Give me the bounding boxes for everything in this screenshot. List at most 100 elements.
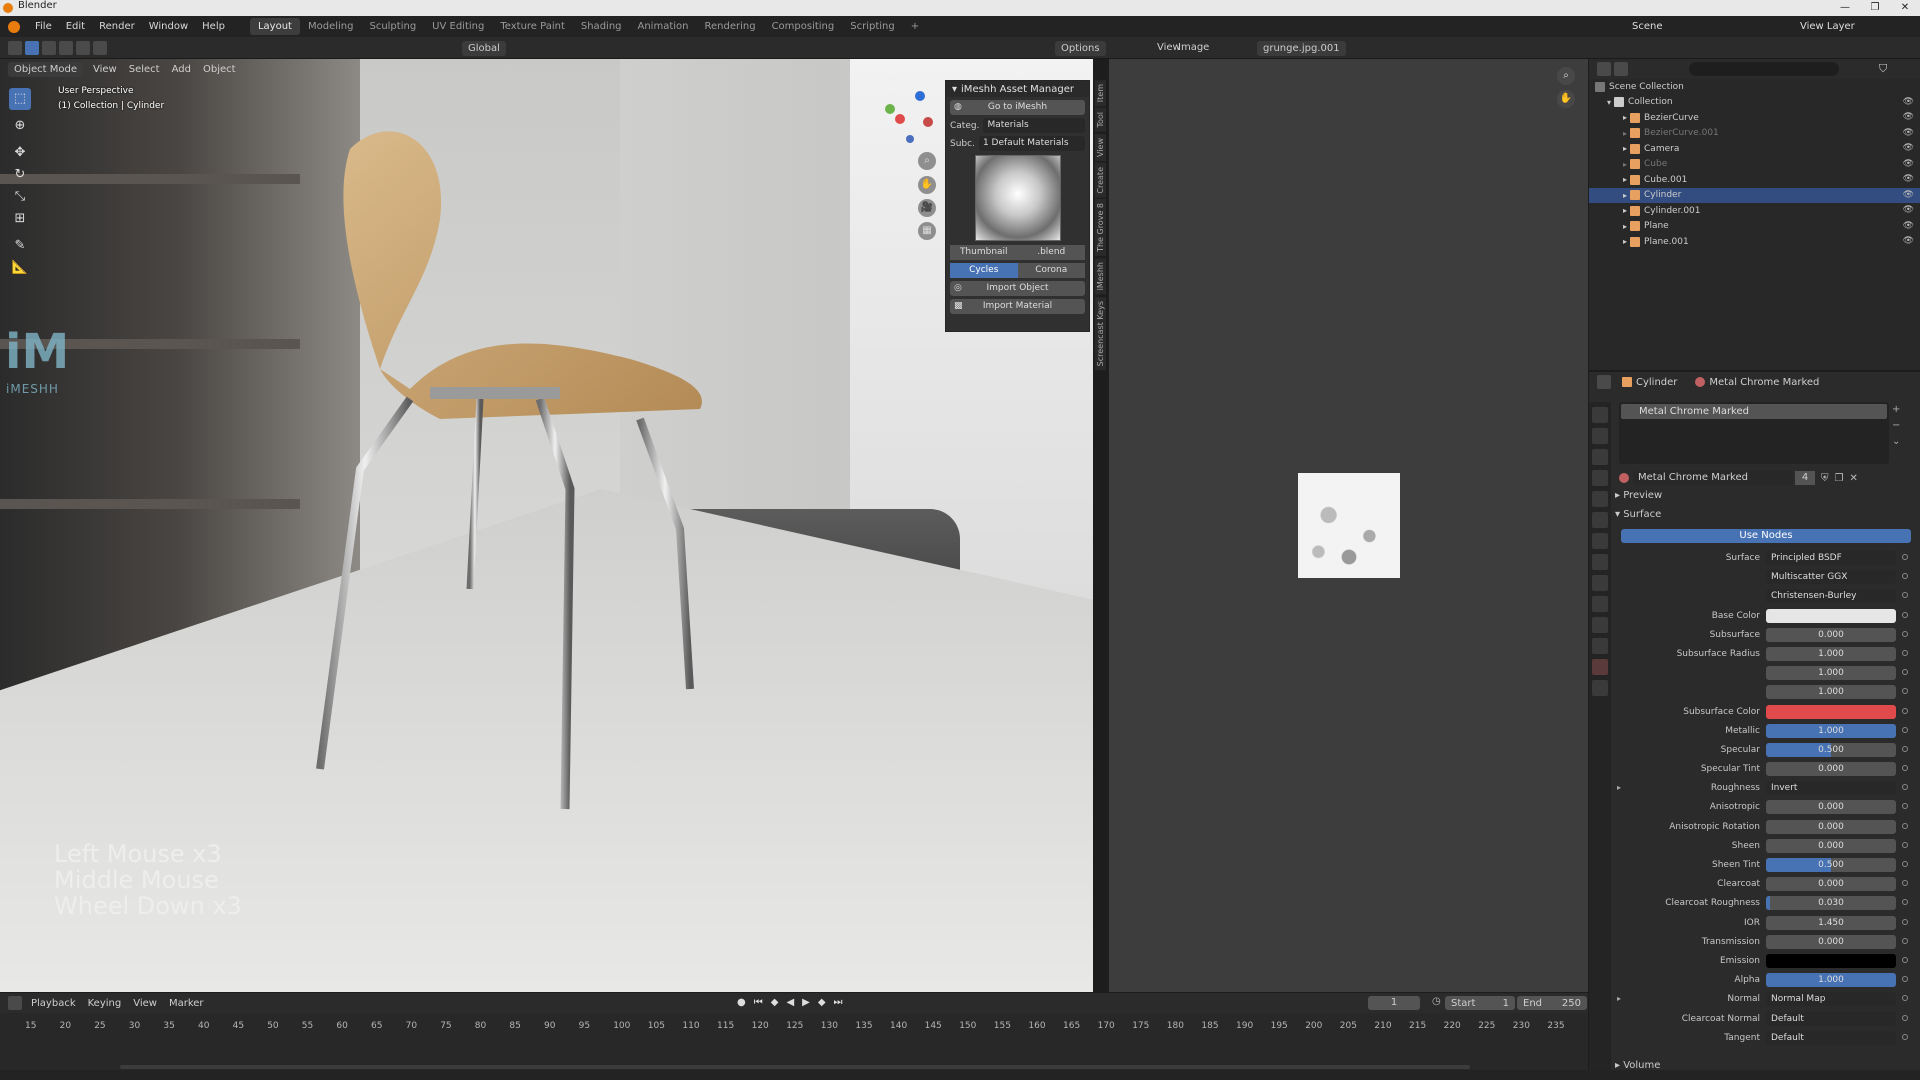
property-value-slider[interactable]: 1.000 — [1766, 723, 1896, 738]
property-dropdown[interactable]: Multiscatter GGX — [1766, 570, 1896, 585]
expand-socket-icon[interactable]: ▸ — [1617, 783, 1621, 792]
use-nodes-button[interactable]: Use Nodes — [1621, 529, 1911, 543]
visibility-eye-icon[interactable]: 👁 — [1903, 97, 1914, 107]
socket-link-icon[interactable] — [1902, 707, 1908, 714]
material-slot-item[interactable]: Metal Chrome Marked — [1621, 404, 1887, 419]
expand-arrow-icon[interactable]: ▸ — [1623, 191, 1627, 200]
property-value-slider[interactable]: 1.000 — [1766, 666, 1896, 681]
tab-sculpting[interactable]: Sculpting — [361, 18, 424, 35]
renderer-corona-button[interactable]: Corona — [1017, 263, 1085, 278]
material-thumbnail[interactable] — [974, 155, 1061, 241]
image-menu-image[interactable]: Image — [1178, 42, 1209, 53]
socket-link-icon[interactable] — [1902, 669, 1908, 676]
socket-link-icon[interactable] — [1902, 1033, 1908, 1040]
socket-link-icon[interactable] — [1902, 554, 1908, 560]
world-tab-icon[interactable] — [1592, 512, 1608, 528]
sidebar-tab-tool[interactable]: Tool — [1095, 108, 1106, 132]
mode-dropdown[interactable]: Object Mode — [8, 61, 83, 77]
renderer-cycles-button[interactable]: Cycles — [950, 263, 1018, 278]
scene-tab-icon[interactable] — [1592, 491, 1608, 507]
menu-help[interactable]: Help — [195, 21, 232, 32]
gizmo-x-axis-icon[interactable] — [895, 114, 905, 124]
jump-end-icon[interactable]: ⏭ — [834, 997, 843, 1008]
gizmo-neg-x-icon[interactable] — [923, 117, 933, 127]
select-tool-icon[interactable]: ⬚ — [9, 88, 31, 110]
property-value-slider[interactable]: 0.000 — [1766, 934, 1896, 949]
move-tool-icon[interactable]: ✥ — [9, 142, 31, 164]
socket-link-icon[interactable] — [1902, 726, 1908, 733]
unlink-material-icon[interactable]: ✕ — [1849, 473, 1857, 484]
gizmo-neg-z-icon[interactable] — [906, 135, 914, 143]
material-browse-icon[interactable] — [1619, 473, 1629, 483]
image-zoom-icon[interactable]: ⌕ — [1557, 67, 1575, 85]
property-dropdown[interactable]: Default — [1766, 1011, 1896, 1026]
image-name-field[interactable]: grunge.jpg.001 — [1257, 41, 1346, 56]
outliner-item[interactable]: ▸ BezierCurve.001 👁 — [1589, 126, 1920, 142]
surface-panel-header[interactable]: ▾ Surface — [1615, 509, 1661, 520]
expand-arrow-icon[interactable]: ▸ — [1623, 175, 1627, 184]
viewport-menu-add[interactable]: Add — [166, 64, 197, 75]
close-button[interactable]: ✕ — [1890, 0, 1920, 16]
preview-panel-header[interactable]: ▸ Preview — [1615, 490, 1662, 501]
timeline-menu-view[interactable]: View — [127, 998, 163, 1009]
socket-link-icon[interactable] — [1902, 630, 1908, 637]
view-layer-selector[interactable]: View Layer — [1800, 21, 1855, 32]
visibility-eye-icon[interactable]: 👁 — [1903, 221, 1914, 231]
select-extend-icon[interactable] — [59, 40, 73, 55]
ortho-toggle-icon[interactable]: ▦ — [918, 222, 936, 240]
zoom-icon[interactable]: ⌕ — [918, 152, 936, 170]
outliner-item[interactable]: ▸ Plane 👁 — [1589, 219, 1920, 235]
tool-tab-icon[interactable] — [1592, 407, 1608, 423]
visibility-eye-icon[interactable]: 👁 — [1903, 112, 1914, 122]
visibility-eye-icon[interactable]: 👁 — [1903, 159, 1914, 169]
property-value-slider[interactable]: 0.030 — [1766, 896, 1896, 911]
menu-render[interactable]: Render — [92, 21, 142, 32]
tab-compositing[interactable]: Compositing — [764, 18, 843, 35]
socket-link-icon[interactable] — [1902, 1014, 1908, 1021]
add-slot-button[interactable]: + — [1892, 402, 1900, 418]
sidebar-tab-item[interactable]: Item — [1095, 80, 1106, 107]
scene-selector[interactable]: Scene — [1632, 21, 1663, 32]
jump-start-icon[interactable]: ⏮ — [754, 997, 763, 1008]
menu-edit[interactable]: Edit — [59, 21, 92, 32]
imeshh-panel-title[interactable]: ▾ iMeshh Asset Manager — [946, 81, 1089, 97]
socket-link-icon[interactable] — [1902, 956, 1908, 963]
tab-shading[interactable]: Shading — [573, 18, 630, 35]
property-value-slider[interactable]: 0.000 — [1766, 838, 1896, 853]
end-frame-field[interactable]: End 250 — [1517, 996, 1587, 1010]
expand-socket-icon[interactable]: ▸ — [1617, 994, 1621, 1003]
property-value-slider[interactable]: 1.450 — [1766, 915, 1896, 930]
outliner-item[interactable]: ▸ Cylinder.001 👁 — [1589, 203, 1920, 219]
color-swatch[interactable] — [1766, 704, 1896, 719]
gizmo-y-axis-icon[interactable] — [885, 104, 895, 114]
property-value-slider[interactable]: 1.000 — [1766, 973, 1896, 988]
color-swatch[interactable] — [1766, 608, 1896, 623]
socket-link-icon[interactable] — [1902, 918, 1908, 925]
socket-link-icon[interactable] — [1902, 822, 1908, 829]
expand-arrow-icon[interactable]: ▸ — [1623, 222, 1627, 231]
timeline-editor-icon[interactable] — [8, 996, 22, 1010]
visibility-eye-icon[interactable]: 👁 — [1903, 143, 1914, 153]
expand-arrow-icon[interactable]: ▸ — [1623, 144, 1627, 153]
options-dropdown[interactable]: Options — [1055, 41, 1106, 56]
measure-tool-icon[interactable]: 📐 — [9, 257, 31, 279]
3d-viewport[interactable]: User Perspective (1) Collection | Cylind… — [0, 59, 1093, 992]
import-object-button[interactable]: ◎ Import Object — [950, 281, 1085, 296]
socket-link-icon[interactable] — [1902, 899, 1908, 906]
rotate-tool-icon[interactable]: ↻ — [9, 164, 31, 186]
fake-user-icon[interactable]: ⛨ — [1821, 473, 1829, 484]
expand-arrow-icon[interactable]: ▸ — [1623, 237, 1627, 246]
property-value-slider[interactable]: 0.500 — [1766, 742, 1896, 757]
visibility-eye-icon[interactable]: 👁 — [1903, 190, 1914, 200]
timeline-menu-keying[interactable]: Keying — [82, 998, 128, 1009]
property-dropdown[interactable]: Default — [1766, 1030, 1896, 1045]
duplicate-material-icon[interactable]: ❐ — [1835, 473, 1844, 484]
tab-modeling[interactable]: Modeling — [300, 18, 362, 35]
socket-link-icon[interactable] — [1902, 784, 1908, 791]
play-icon[interactable]: ▶ — [802, 997, 810, 1008]
camera-view-icon[interactable]: 🎥 — [918, 199, 936, 217]
sidebar-tab-create[interactable]: Create — [1095, 162, 1106, 198]
socket-link-icon[interactable] — [1902, 937, 1908, 944]
socket-link-icon[interactable] — [1902, 573, 1908, 580]
maximize-button[interactable]: ❐ — [1860, 0, 1890, 16]
